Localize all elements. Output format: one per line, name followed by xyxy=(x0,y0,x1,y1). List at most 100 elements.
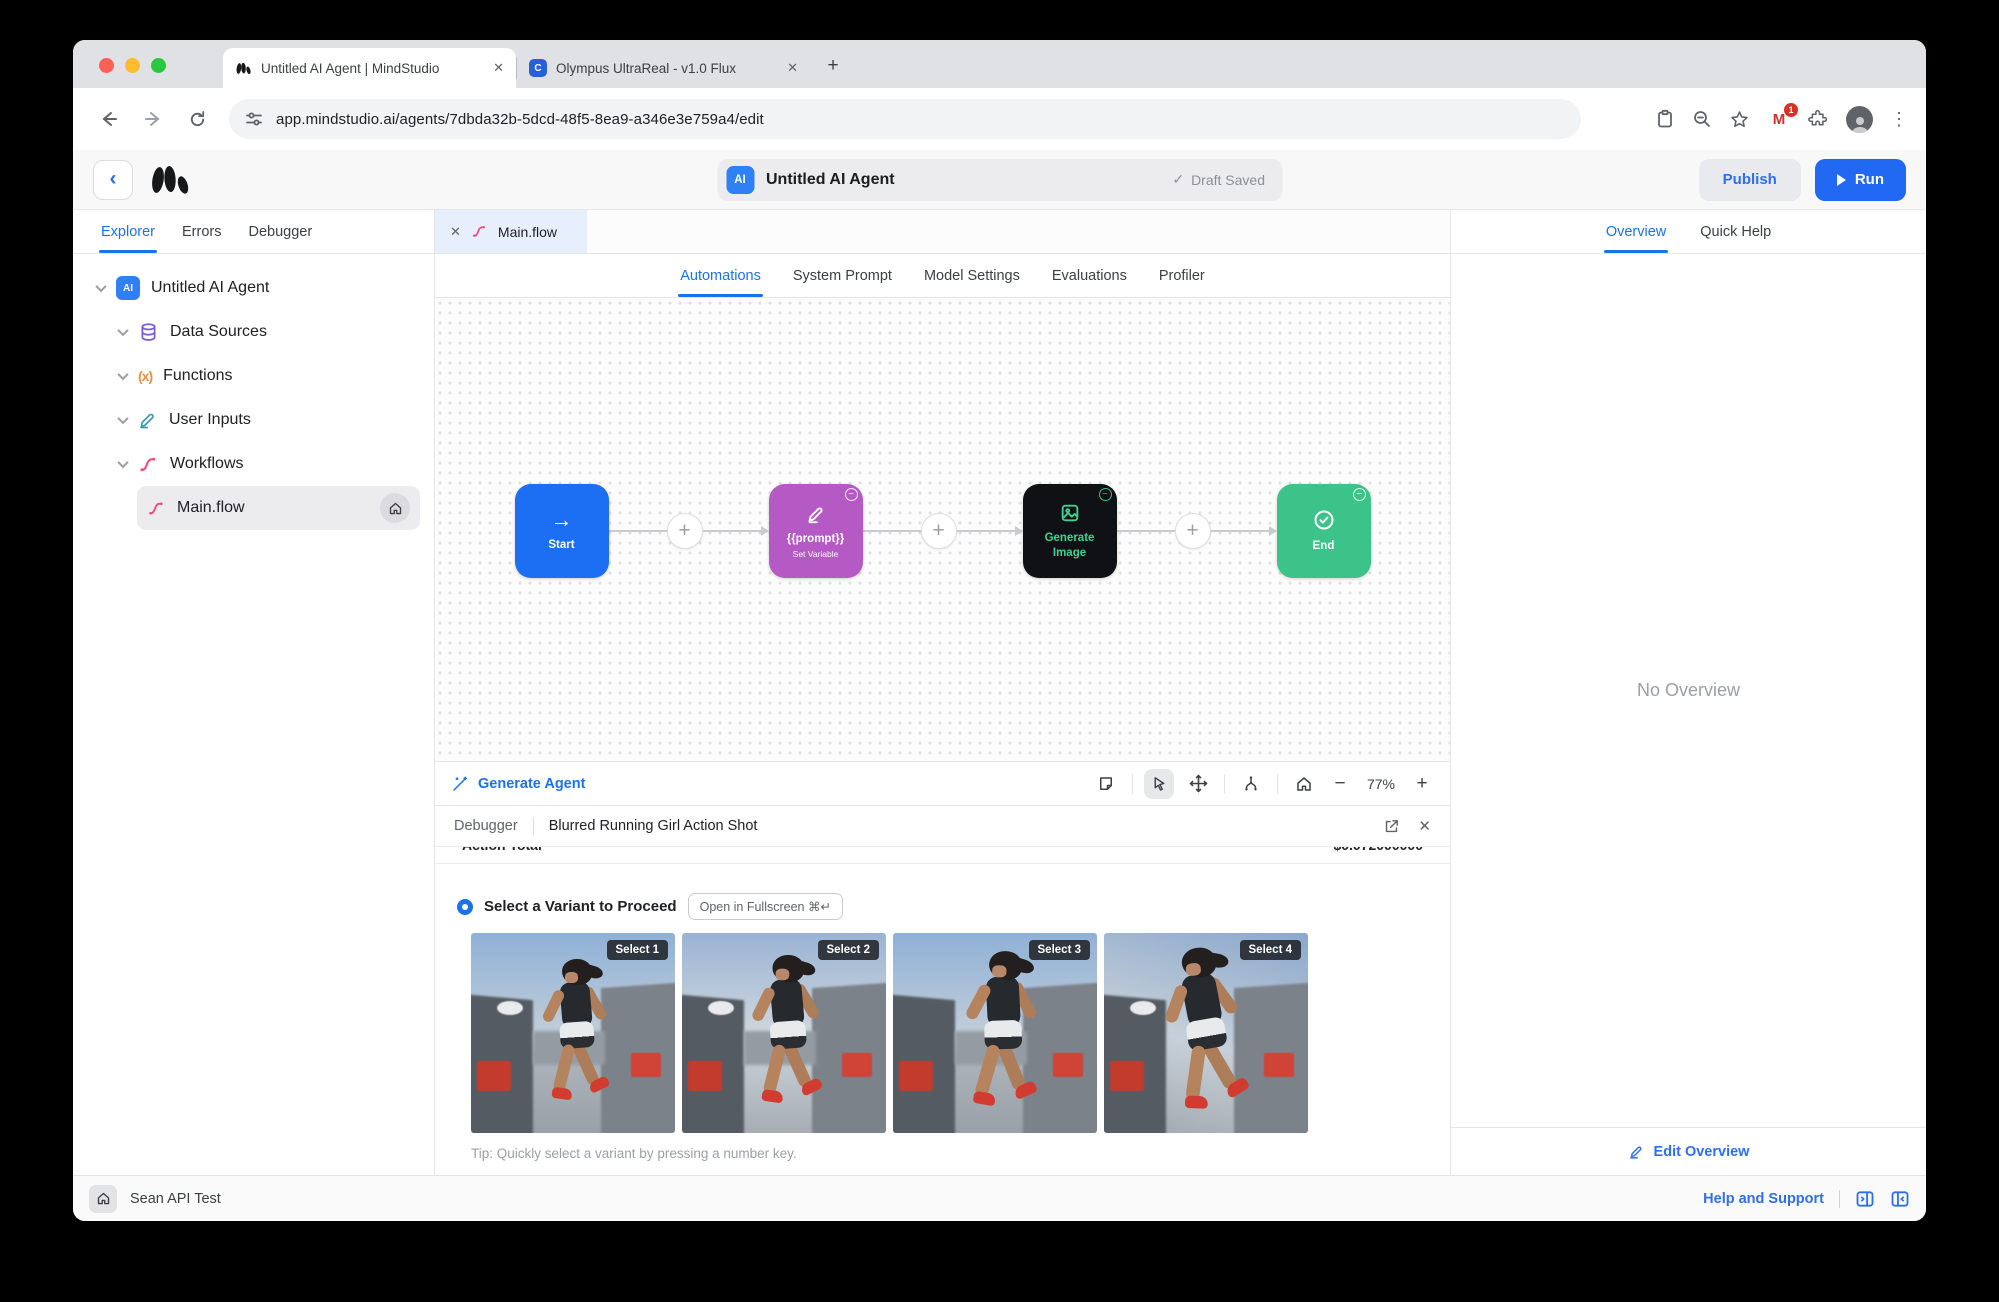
tab-errors[interactable]: Errors xyxy=(182,210,221,253)
gmail-extension-icon[interactable]: M 1 xyxy=(1767,108,1791,130)
agent-title: Untitled AI Agent xyxy=(766,171,895,189)
agent-title-bar[interactable]: AI Untitled AI Agent ✓ Draft Saved xyxy=(717,159,1282,201)
toggle-right-panel-icon[interactable] xyxy=(1855,1189,1875,1209)
tab-automations[interactable]: Automations xyxy=(680,254,761,297)
notes-icon[interactable] xyxy=(1091,769,1121,799)
tree-item-agent-root[interactable]: AI Untitled AI Agent xyxy=(87,266,420,310)
tab-profiler[interactable]: Profiler xyxy=(1159,254,1205,297)
pan-move-icon[interactable] xyxy=(1183,769,1213,799)
node-end[interactable]: − End xyxy=(1277,484,1371,578)
new-tab-button[interactable]: + xyxy=(818,51,848,81)
workflow-icon xyxy=(138,454,159,475)
profile-avatar[interactable] xyxy=(1846,106,1873,133)
help-support-link[interactable]: Help and Support xyxy=(1703,1191,1824,1207)
chevron-down-icon[interactable] xyxy=(117,457,128,468)
variant-badge[interactable]: Select 1 xyxy=(607,940,668,960)
back-icon[interactable] xyxy=(91,101,127,137)
app-back-button[interactable]: ‹ xyxy=(93,160,133,200)
open-fullscreen-button[interactable]: Open in Fullscreen ⌘↵ xyxy=(688,893,843,920)
node-label: End xyxy=(1313,539,1335,554)
zoom-level[interactable]: 77% xyxy=(1361,776,1401,792)
tree-item-functions[interactable]: (x) Functions xyxy=(109,354,420,398)
workspace-name[interactable]: Sean API Test xyxy=(130,1191,221,1207)
publish-button[interactable]: Publish xyxy=(1699,159,1801,201)
edit-overview-link[interactable]: Edit Overview xyxy=(1451,1127,1926,1175)
variant-image-4[interactable]: Select 4 xyxy=(1104,933,1308,1133)
statusbar-right: Help and Support xyxy=(1703,1189,1910,1209)
zoom-in-button[interactable]: + xyxy=(1410,773,1434,795)
close-debugger-icon[interactable]: ✕ xyxy=(1418,817,1431,835)
node-set-variable[interactable]: − {{prompt}} Set Variable xyxy=(769,484,863,578)
variant-image-3[interactable]: Select 3 xyxy=(893,933,1097,1133)
runner-figure xyxy=(946,949,1051,1128)
zoom-out-button[interactable]: − xyxy=(1328,773,1352,795)
open-external-icon[interactable] xyxy=(1383,818,1400,835)
workspace-home-icon[interactable] xyxy=(89,1185,117,1213)
tab-close-icon[interactable]: ✕ xyxy=(493,60,504,76)
browser-toolbar: app.mindstudio.ai/agents/7dbda32b-5dcd-4… xyxy=(73,88,1926,150)
file-tab-main-flow[interactable]: ✕ Main.flow xyxy=(435,210,587,253)
extensions-puzzle-icon[interactable] xyxy=(1808,109,1829,130)
variant-image-1[interactable]: Select 1 xyxy=(471,933,675,1133)
node-generate-image[interactable]: − Generate Image xyxy=(1023,484,1117,578)
tree-item-workflows[interactable]: Workflows xyxy=(109,442,420,486)
auto-layout-icon[interactable] xyxy=(1236,769,1266,799)
add-step-button[interactable]: + xyxy=(1175,513,1211,549)
tree-item-main-flow[interactable]: Main.flow xyxy=(137,486,420,530)
zoom-window-button[interactable] xyxy=(151,58,166,73)
variant-badge[interactable]: Select 2 xyxy=(818,940,879,960)
minimize-window-button[interactable] xyxy=(125,58,140,73)
chevron-down-icon[interactable] xyxy=(117,413,128,424)
variant-prompt: Select a Variant to Proceed xyxy=(484,898,677,915)
tab-model-settings[interactable]: Model Settings xyxy=(924,254,1020,297)
function-icon: (x) xyxy=(138,368,152,384)
tab-evaluations[interactable]: Evaluations xyxy=(1052,254,1127,297)
forward-icon[interactable] xyxy=(135,101,171,137)
variant-image-2[interactable]: Select 2 xyxy=(682,933,886,1133)
add-step-button[interactable]: + xyxy=(667,513,703,549)
chevron-down-icon[interactable] xyxy=(117,369,128,380)
variant-badge[interactable]: Select 4 xyxy=(1240,940,1301,960)
tab-overview[interactable]: Overview xyxy=(1606,210,1666,253)
reload-icon[interactable] xyxy=(179,101,215,137)
browser-menu-icon[interactable]: ⋮ xyxy=(1890,109,1908,130)
browser-tab-mindstudio[interactable]: Untitled AI Agent | MindStudio ✕ xyxy=(223,48,516,88)
tree-item-data-sources[interactable]: Data Sources xyxy=(109,310,420,354)
home-flow-icon[interactable] xyxy=(380,493,410,523)
select-cursor-icon[interactable] xyxy=(1144,769,1174,799)
site-settings-icon[interactable] xyxy=(245,110,263,128)
explorer-tree: AI Untitled AI Agent Data Sources (x) Fu… xyxy=(73,254,434,542)
collapse-node-icon[interactable]: − xyxy=(1353,488,1366,501)
collapse-node-icon[interactable]: − xyxy=(845,488,858,501)
browser-tab-olympus[interactable]: C Olympus UltraReal - v1.0 Flux ✕ xyxy=(517,48,810,88)
close-window-button[interactable] xyxy=(99,58,114,73)
toggle-left-panel-icon[interactable] xyxy=(1890,1189,1910,1209)
variant-badge[interactable]: Select 3 xyxy=(1029,940,1090,960)
collapse-node-icon[interactable]: − xyxy=(1099,488,1112,501)
runner-figure xyxy=(528,959,618,1119)
run-button[interactable]: Run xyxy=(1815,159,1906,201)
add-step-button[interactable]: + xyxy=(921,513,957,549)
variant-select-row: Select a Variant to Proceed Open in Full… xyxy=(435,893,1450,920)
workflow-canvas[interactable]: → Start + − {{p xyxy=(435,298,1450,761)
node-start[interactable]: → Start xyxy=(515,484,609,578)
olympus-favicon: C xyxy=(529,59,547,77)
generate-agent-button[interactable]: Generate Agent xyxy=(451,775,585,793)
address-bar[interactable]: app.mindstudio.ai/agents/7dbda32b-5dcd-4… xyxy=(229,99,1581,139)
tab-system-prompt[interactable]: System Prompt xyxy=(793,254,892,297)
mindstudio-logo[interactable] xyxy=(147,163,193,197)
tab-close-icon[interactable]: ✕ xyxy=(787,60,798,76)
tab-explorer[interactable]: Explorer xyxy=(101,210,155,253)
close-file-tab-icon[interactable]: ✕ xyxy=(450,224,461,240)
bookmark-star-icon[interactable] xyxy=(1729,109,1750,130)
arrow-right-icon: → xyxy=(551,509,573,531)
clipboard-icon[interactable] xyxy=(1655,109,1675,129)
home-view-icon[interactable] xyxy=(1289,769,1319,799)
chevron-down-icon[interactable] xyxy=(95,281,106,292)
tab-debugger[interactable]: Debugger xyxy=(248,210,312,253)
draft-status: ✓ Draft Saved xyxy=(1172,171,1273,188)
tree-item-user-inputs[interactable]: User Inputs xyxy=(109,398,420,442)
tab-quick-help[interactable]: Quick Help xyxy=(1700,210,1771,253)
chevron-down-icon[interactable] xyxy=(117,325,128,336)
zoom-icon[interactable] xyxy=(1692,109,1712,129)
